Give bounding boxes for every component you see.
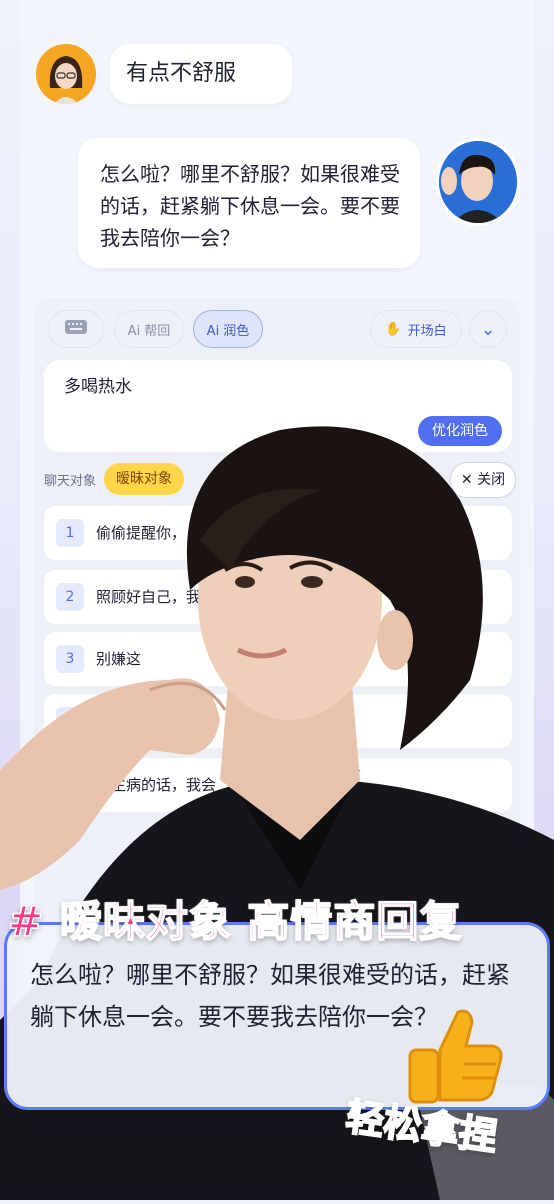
contact-avatar[interactable]: [36, 44, 96, 104]
incoming-message: 有点不舒服: [110, 44, 292, 104]
thumbs-up-icon: [400, 1000, 510, 1110]
ai-reply-button[interactable]: Ai 帮回: [114, 310, 184, 348]
hand-wave-icon: ✋: [385, 321, 402, 337]
outgoing-message: 怎么啦？哪里不舒服？如果很难受的话，赶紧躺下休息一会。要不要我去陪你一会？: [78, 138, 420, 268]
my-avatar[interactable]: [436, 138, 520, 226]
message-input[interactable]: 多喝热水: [64, 372, 132, 397]
promo-headline: # 暧昧对象 高情商回复: [7, 896, 463, 947]
chevron-down-icon[interactable]: ⌄: [469, 310, 507, 348]
opener-button[interactable]: ✋ 开场白: [370, 310, 462, 348]
keyboard-button[interactable]: [48, 310, 104, 348]
ai-polish-button[interactable]: Ai 润色: [193, 310, 263, 348]
keyboard-icon: [64, 319, 88, 339]
opener-label: 开场白: [407, 323, 447, 339]
